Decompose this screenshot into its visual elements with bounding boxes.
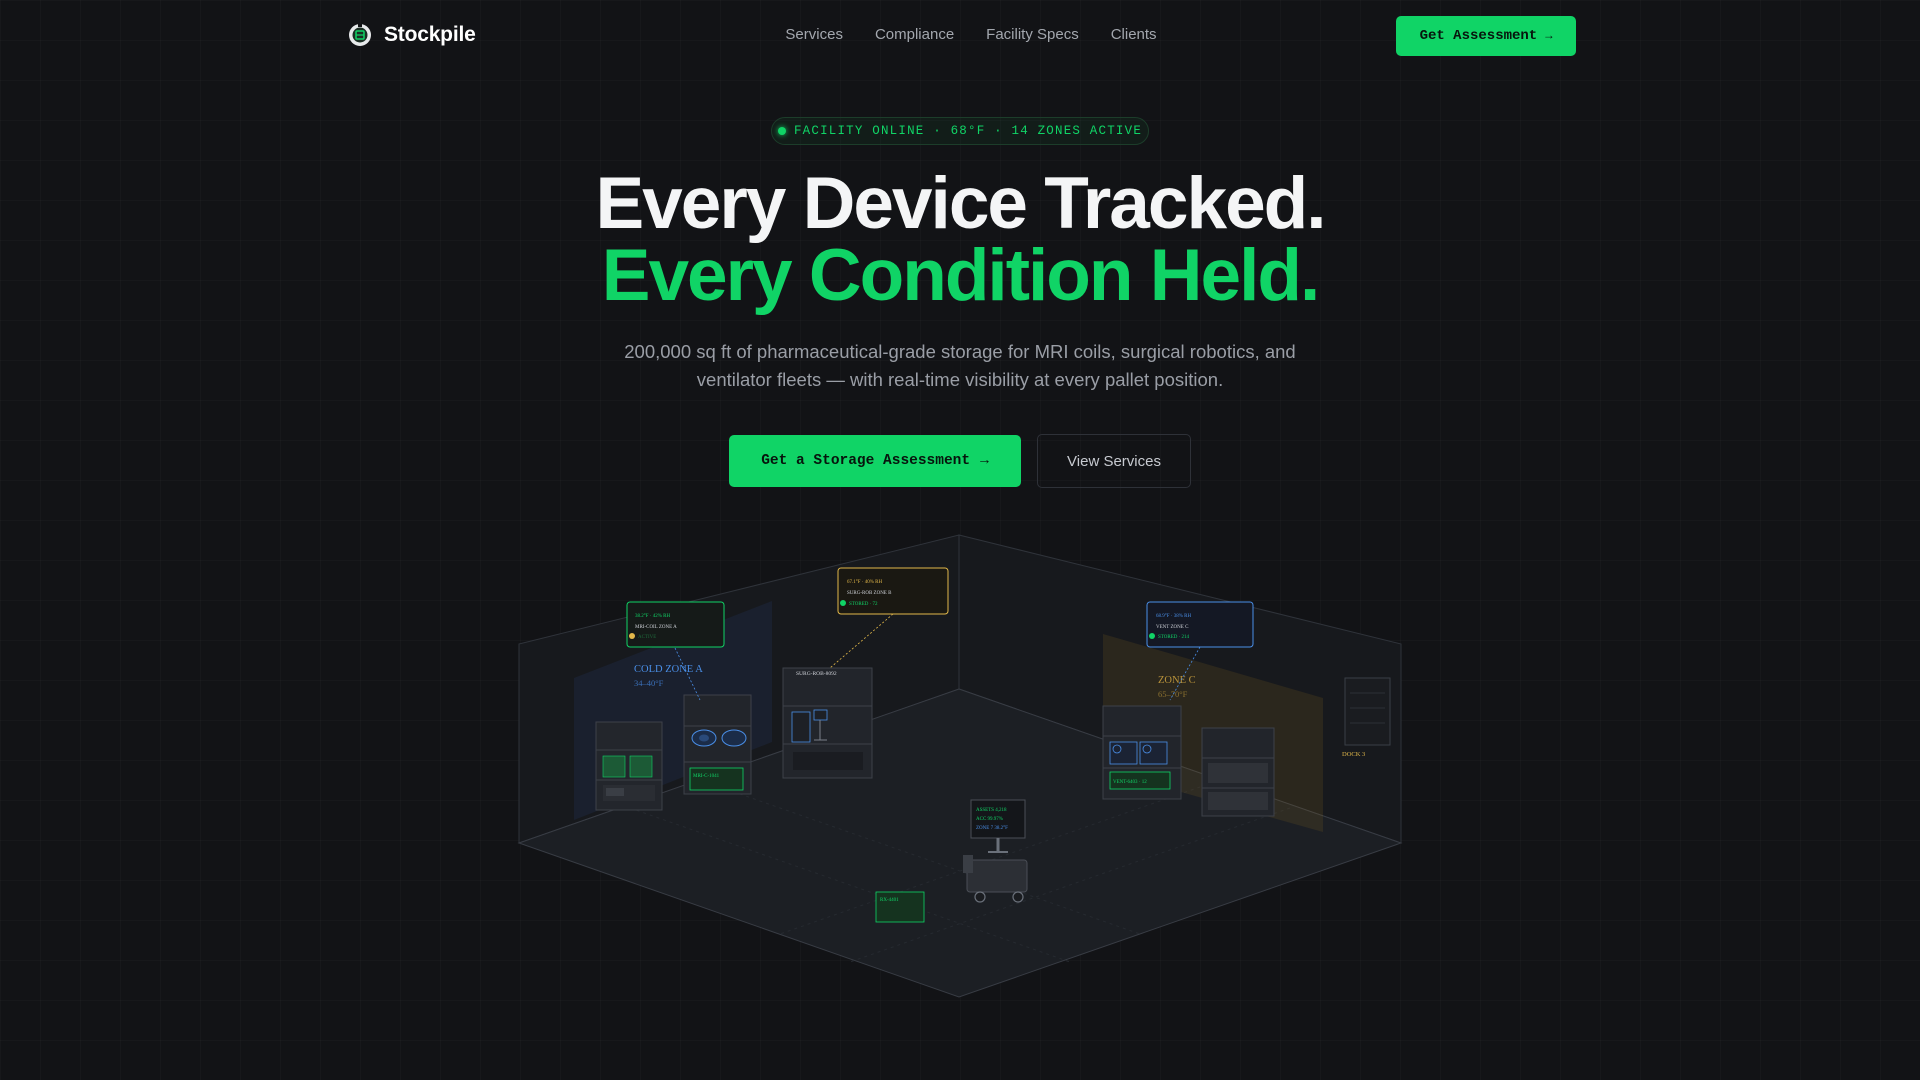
warehouse-left-wall: [518, 534, 960, 844]
sensor-b-status: STORED · 72: [849, 602, 878, 607]
mri-rack-label: MRI-C-1041: [693, 774, 720, 779]
sensor-a-name: MRI-COIL ZONE A: [635, 625, 677, 630]
storage-assessment-label: Get a Storage Assessment: [761, 453, 971, 469]
nav-link-clients[interactable]: Clients: [1111, 26, 1157, 43]
nav-links: Services Compliance Facility Specs Clien…: [0, 26, 1920, 43]
floor-pallet-tag: RX-4401: [875, 891, 925, 923]
hero-title-line-2: Every Condition Held.: [601, 235, 1320, 316]
top-navigation: Stockpile Services Compliance Facility S…: [0, 0, 1920, 72]
sensor-c-name: VENT ZONE C: [1156, 625, 1189, 630]
sensor-c-reading: 68.9°F · 38% RH: [1156, 614, 1191, 619]
sensor-b-name: SURG-ROB ZONE B: [847, 591, 892, 596]
nav-link-facility-specs[interactable]: Facility Specs: [986, 26, 1079, 43]
hero-subtitle: 200,000 sq ft of pharmaceutical-grade st…: [624, 341, 1296, 390]
facility-status-text: FACILITY ONLINE · 68°F · 14 ZONES ACTIVE: [793, 124, 1143, 138]
ventilator-rack-label: VENT-6403 · 12: [1113, 780, 1147, 785]
status-dot-icon: [777, 127, 786, 135]
get-assessment-button[interactable]: Get Assessment →: [1396, 16, 1576, 56]
monitor-line-1: ASSETS 4,218: [976, 808, 1007, 813]
warehouse-illustration: COLD ZONE A 34–40°F ZONE C 65–70°F DOCK …: [517, 534, 1403, 998]
zone-c-storage-rack: [1201, 727, 1275, 817]
sensor-a-reading: 38.2°F · 42% RH: [635, 614, 670, 619]
view-services-button[interactable]: View Services: [1037, 434, 1191, 488]
surgical-robot-rack: SURG-ROB-8092: [782, 667, 873, 779]
monitor-line-2: ACC 99.97%: [976, 817, 1003, 822]
ventilator-rack: VENT-6403 · 12: [1102, 705, 1182, 800]
sensor-connectors: [674, 613, 1201, 701]
floor-grid: [629, 779, 1291, 963]
cold-zone-range: 34–40°F: [634, 678, 664, 688]
sensor-card-zone-a: 38.2°F · 42% RH MRI-COIL ZONE A ACTIVE: [626, 601, 725, 648]
sensor-card-zone-c: 68.9°F · 38% RH VENT ZONE C STORED · 214: [1146, 601, 1254, 648]
storage-assessment-button[interactable]: Get a Storage Assessment →: [729, 435, 1021, 487]
sensor-card-zone-b: 67.1°F · 40% RH SURG-ROB ZONE B STORED ·…: [837, 567, 949, 615]
floor-pallet-label: RX-4401: [880, 898, 899, 903]
arrow-right-icon: →: [1545, 29, 1553, 43]
nav-link-services[interactable]: Services: [785, 26, 843, 43]
cold-zone-title: COLD ZONE A: [634, 664, 703, 675]
facility-status-badge: FACILITY ONLINE · 68°F · 14 ZONES ACTIVE: [771, 117, 1149, 145]
dock-label: DOCK 3: [1342, 751, 1365, 758]
monitoring-cart: ASSETS 4,218 ACC 99.97% ZONE 7 38.2°F: [963, 799, 1028, 903]
hero-title-line-1: Every Device Tracked.: [595, 163, 1326, 244]
zone-c-range: 65–70°F: [1158, 689, 1188, 699]
mri-coil-rack: MRI-C-1041: [683, 694, 752, 795]
cold-storage-rack: [595, 721, 663, 811]
sensor-c-status: STORED · 214: [1158, 635, 1190, 640]
arrow-right-icon: →: [980, 453, 989, 469]
nav-link-compliance[interactable]: Compliance: [875, 26, 954, 43]
zone-c-title: ZONE C: [1158, 675, 1196, 686]
sensor-a-status: ACTIVE: [638, 635, 656, 640]
dock-door: [1344, 677, 1391, 746]
warehouse-right-wall: [958, 534, 1402, 844]
cold-zone-area: [574, 601, 772, 820]
zone-c-area: [1103, 634, 1323, 832]
warehouse-floor: [517, 688, 1403, 998]
get-assessment-label: Get Assessment: [1419, 28, 1538, 44]
sensor-b-reading: 67.1°F · 40% RH: [847, 580, 882, 585]
hero-title: Every Device Tracked. Every Condition He…: [0, 163, 1920, 316]
monitor-line-3: ZONE 7 38.2°F: [976, 826, 1008, 831]
surgical-robot-label: SURG-ROB-8092: [796, 671, 837, 677]
